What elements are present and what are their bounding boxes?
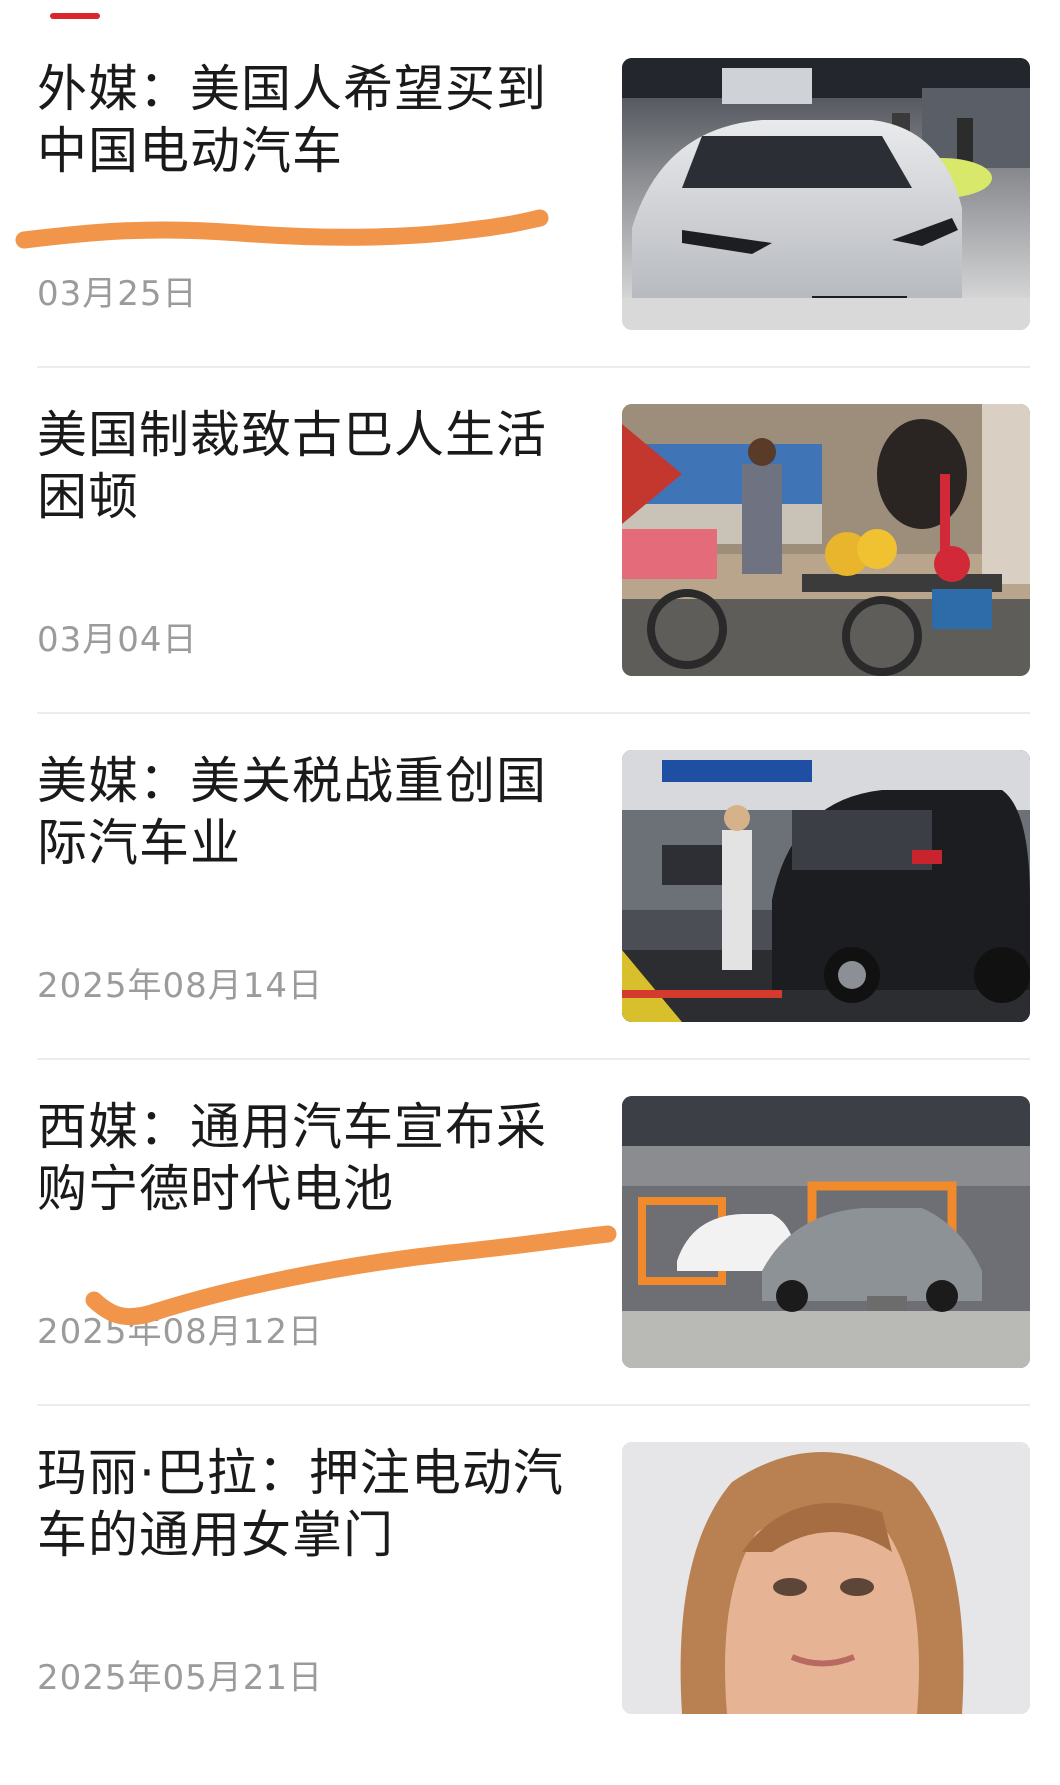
news-title[interactable]: 玛丽·巴拉：押注电动汽车的通用女掌门	[37, 1442, 577, 1566]
assembly-line-photo	[622, 750, 1030, 1022]
divider	[37, 366, 1030, 368]
news-item-2[interactable]: 美国制裁致古巴人生活困顿 03月04日	[0, 402, 1060, 747]
news-title[interactable]: 外媒：美国人希望买到中国电动汽车	[37, 58, 577, 182]
divider	[37, 1058, 1030, 1060]
news-title[interactable]: 美国制裁致古巴人生活困顿	[37, 404, 577, 528]
gm-factory-photo	[622, 1096, 1030, 1368]
news-date: 2025年08月12日	[37, 1312, 324, 1352]
divider	[37, 712, 1030, 714]
news-feed: 外媒：美国人希望买到中国电动汽车 03月25日 美国制裁致古巴人生活困顿 03月…	[0, 0, 1060, 1732]
news-thumbnail[interactable]	[622, 1096, 1030, 1368]
news-thumbnail[interactable]	[622, 404, 1030, 676]
news-date: 2025年08月14日	[37, 966, 324, 1006]
news-title[interactable]: 西媒：通用汽车宣布采购宁德时代电池	[37, 1096, 577, 1220]
byd-car-photo	[622, 58, 1030, 330]
news-item-3[interactable]: 美媒：美关税战重创国际汽车业 2025年08月14日	[0, 748, 1060, 1093]
news-thumbnail[interactable]	[622, 750, 1030, 1022]
news-thumbnail[interactable]	[622, 58, 1030, 330]
news-date: 03月04日	[37, 620, 198, 660]
news-date: 2025年05月21日	[37, 1658, 324, 1698]
news-item-1[interactable]: 外媒：美国人希望买到中国电动汽车 03月25日	[0, 56, 1060, 401]
news-item-5[interactable]: 玛丽·巴拉：押注电动汽车的通用女掌门 2025年05月21日	[0, 1440, 1060, 1785]
news-date: 03月25日	[37, 274, 198, 314]
cuba-flower-cart-photo	[622, 404, 1030, 676]
news-item-4[interactable]: 西媒：通用汽车宣布采购宁德时代电池 2025年08月12日	[0, 1094, 1060, 1439]
portrait-photo	[622, 1442, 1030, 1714]
divider	[37, 1404, 1030, 1406]
news-title[interactable]: 美媒：美关税战重创国际汽车业	[37, 750, 577, 874]
news-thumbnail[interactable]	[622, 1442, 1030, 1714]
